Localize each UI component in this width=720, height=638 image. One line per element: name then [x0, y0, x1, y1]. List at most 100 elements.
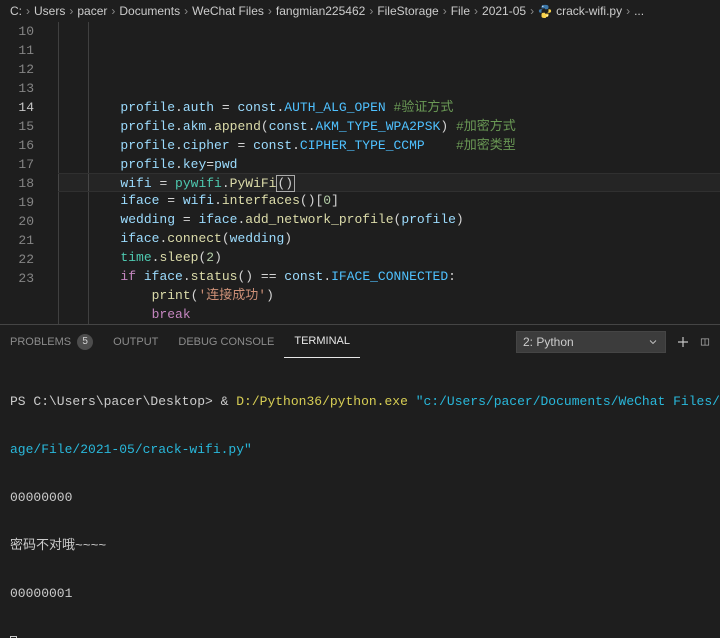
split-terminal-button[interactable]: [700, 333, 710, 351]
code-line[interactable]: profile.cipher = const.CIPHER_TYPE_CCMP …: [58, 136, 720, 155]
chevron-right-icon: ›: [626, 4, 630, 18]
chevron-right-icon: ›: [369, 4, 373, 18]
code-line[interactable]: profile.akm.append(const.AKM_TYPE_WPA2PS…: [58, 117, 720, 136]
token-pun: () ==: [237, 269, 284, 284]
token-obj: akm: [183, 119, 206, 134]
terminal-selector[interactable]: 2: Python: [516, 331, 666, 353]
chevron-right-icon: ›: [184, 4, 188, 18]
crumb-file[interactable]: crack-wifi.py: [556, 4, 622, 18]
token-pun: .: [308, 119, 316, 134]
code-line[interactable]: if iface.status() == const.IFACE_CONNECT…: [58, 267, 720, 286]
token-kw: if: [120, 269, 136, 284]
token-var: cipher: [183, 138, 230, 153]
tab-problems-label: PROBLEMS: [10, 336, 71, 348]
token-pun: =: [230, 138, 253, 153]
code-line[interactable]: time.sleep(2): [58, 248, 720, 267]
python-file-icon: [538, 4, 552, 18]
token-pun: =: [214, 100, 237, 115]
crumb[interactable]: FileStorage: [377, 4, 438, 18]
token-const: CIPHER_TYPE_CCMP: [300, 138, 425, 153]
crumb[interactable]: 2021-05: [482, 4, 526, 18]
line-number: 13: [0, 79, 48, 98]
code-line[interactable]: iface.connect(wedding): [58, 229, 720, 248]
token-obj: iface: [120, 231, 159, 246]
crumb[interactable]: Users: [34, 4, 65, 18]
crumb[interactable]: pacer: [77, 4, 107, 18]
token-obj: profile: [120, 119, 175, 134]
token-obj: profile: [401, 212, 456, 227]
token-const: AUTH_ALG_OPEN: [284, 100, 385, 115]
terminal-arg: age/File/2021-05/crack-wifi.py": [10, 442, 252, 457]
terminal-content[interactable]: PS C:\Users\pacer\Desktop> & D:/Python36…: [0, 358, 720, 638]
terminal-prompt: PS C:\Users\pacer\Desktop>: [10, 394, 221, 409]
token-pun: .: [292, 138, 300, 153]
problems-count-badge: 5: [77, 334, 93, 350]
code-line[interactable]: break: [58, 305, 720, 324]
crumb[interactable]: Documents: [119, 4, 180, 18]
code-line[interactable]: profile.key=pwd: [58, 155, 720, 174]
line-number: 16: [0, 136, 48, 155]
code-line[interactable]: wifi = pywifi.PyWiFi(): [58, 173, 720, 192]
terminal-selector-label: 2: Python: [523, 335, 574, 349]
line-number: 20: [0, 212, 48, 231]
token-obj: const: [237, 100, 276, 115]
token-obj: profile: [120, 100, 175, 115]
terminal-amp: &: [221, 394, 237, 409]
line-number: 14: [0, 98, 48, 117]
tab-output[interactable]: OUTPUT: [103, 325, 168, 358]
tab-terminal[interactable]: TERMINAL: [284, 325, 360, 358]
token-obj: wifi: [120, 176, 151, 191]
token-pun: .: [183, 269, 191, 284]
line-number: 17: [0, 155, 48, 174]
code-line[interactable]: iface = wifi.interfaces()[0]: [58, 191, 720, 210]
token-kw: break: [152, 307, 191, 322]
tab-terminal-label: TERMINAL: [294, 335, 350, 347]
code-line[interactable]: profile.auth = const.AUTH_ALG_OPEN #验证方式: [58, 98, 720, 117]
line-number: 11: [0, 41, 48, 60]
token-pun: =: [159, 193, 182, 208]
terminal-line: age/File/2021-05/crack-wifi.py": [10, 442, 710, 458]
line-number: 23: [0, 269, 48, 288]
code-line[interactable]: wedding = iface.add_network_profile(prof…: [58, 210, 720, 229]
chevron-right-icon: ›: [530, 4, 534, 18]
token-obj: pwd: [214, 157, 237, 172]
token-fn: print: [152, 288, 191, 303]
token-const: IFACE_CONNECTED: [331, 269, 448, 284]
code-area[interactable]: profile.auth = const.AUTH_ALG_OPEN #验证方式…: [48, 22, 720, 324]
token-pun: [386, 100, 394, 115]
token-pun: ]: [331, 193, 339, 208]
line-number: 10: [0, 22, 48, 41]
token-mod: pywifi: [175, 176, 222, 191]
token-mod: time: [120, 250, 151, 265]
code-editor[interactable]: 1011121314151617181920212223 profile.aut…: [0, 22, 720, 324]
terminal-output: 00000000: [10, 490, 710, 506]
crumb[interactable]: C:: [10, 4, 22, 18]
chevron-right-icon: ›: [443, 4, 447, 18]
token-pun: ): [214, 250, 222, 265]
token-pun: .: [175, 138, 183, 153]
code-line[interactable]: print('连接成功'): [58, 286, 720, 305]
crumb[interactable]: File: [451, 4, 470, 18]
token-pun: (: [222, 231, 230, 246]
token-const: AKM_TYPE_WPA2PSK: [316, 119, 441, 134]
token-obj: const: [284, 269, 323, 284]
terminal-output: 00000001: [10, 586, 710, 602]
chevron-right-icon: ›: [26, 4, 30, 18]
token-pun: .: [175, 157, 183, 172]
tab-debug-console[interactable]: DEBUG CONSOLE: [168, 325, 284, 358]
line-number: 21: [0, 231, 48, 250]
new-terminal-button[interactable]: [674, 333, 692, 351]
crumb[interactable]: WeChat Files: [192, 4, 264, 18]
crumb[interactable]: fangmian225462: [276, 4, 365, 18]
token-pun: .: [175, 100, 183, 115]
token-obj: profile: [120, 157, 175, 172]
chevron-down-icon: [647, 336, 659, 348]
editor-cursor: (): [276, 175, 295, 192]
token-num: 0: [323, 193, 331, 208]
token-cmt: #加密类型: [456, 138, 516, 153]
token-pun: =: [175, 212, 198, 227]
token-obj: wifi: [183, 193, 214, 208]
tab-problems[interactable]: PROBLEMS 5: [0, 325, 103, 358]
token-num: 2: [206, 250, 214, 265]
crumb-overflow[interactable]: ...: [634, 4, 644, 18]
